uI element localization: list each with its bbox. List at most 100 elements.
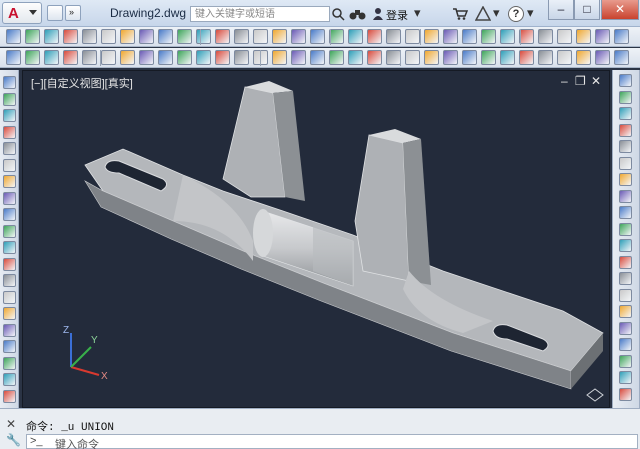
leftpal-tool-button[interactable]	[3, 92, 16, 106]
close-button[interactable]: ✕	[601, 0, 639, 20]
tb2-tool-button[interactable]	[139, 50, 154, 65]
tb1-tool-button[interactable]	[139, 29, 154, 44]
rightpal-tool-button[interactable]	[619, 107, 632, 120]
tb2-tool-button[interactable]	[462, 50, 477, 65]
leftpal-tool-button[interactable]	[3, 373, 16, 386]
tb2-tool-button[interactable]	[101, 50, 116, 65]
tb1-tool-button[interactable]	[462, 29, 477, 44]
tb2-tool-button[interactable]	[196, 50, 211, 65]
wrench-icon[interactable]: 🔧	[6, 433, 21, 447]
tb2-tool-button[interactable]	[367, 50, 382, 65]
tb1-tool-button[interactable]	[253, 29, 268, 44]
minimize-button[interactable]: –	[548, 0, 574, 20]
rightpal-tool-button[interactable]	[619, 140, 632, 153]
tb2-tool-button[interactable]	[120, 50, 135, 65]
tb1-tool-button[interactable]	[158, 29, 173, 44]
rightpal-tool-button[interactable]	[619, 206, 632, 219]
tb1-tool-button[interactable]	[272, 29, 287, 44]
tb1-tool-button[interactable]	[44, 29, 59, 44]
chevron-down-icon[interactable]: ▾	[527, 5, 534, 21]
tb2-tool-button[interactable]	[557, 50, 572, 65]
leftpal-tool-button[interactable]	[3, 142, 16, 155]
tb1-tool-button[interactable]	[63, 29, 78, 44]
chevron-down-icon[interactable]: ▾	[493, 5, 500, 21]
tb1-tool-button[interactable]	[519, 29, 534, 44]
application-menu-button[interactable]: A	[2, 2, 42, 24]
binoculars-icon[interactable]	[349, 7, 367, 21]
chevron-down-icon[interactable]: ▾	[414, 5, 421, 21]
tb1-tool-button[interactable]	[386, 29, 401, 44]
rightpal-tool-button[interactable]	[619, 189, 632, 203]
search-icon[interactable]	[331, 6, 345, 22]
rightpal-tool-button[interactable]	[619, 321, 632, 335]
tb2-tool-button[interactable]	[310, 50, 325, 65]
tb2-tool-button[interactable]	[481, 50, 496, 65]
tb2-tool-button[interactable]	[291, 50, 306, 65]
rightpal-tool-button[interactable]	[619, 173, 632, 186]
tb2-tool-button[interactable]	[405, 50, 420, 65]
tb1-tool-button[interactable]	[481, 29, 496, 44]
tb1-tool-button[interactable]	[348, 29, 363, 44]
tb2-tool-button[interactable]	[6, 50, 21, 65]
search-input[interactable]: 键入关键字或短语	[190, 6, 330, 22]
leftpal-tool-button[interactable]	[3, 257, 16, 271]
tb1-tool-button[interactable]	[576, 29, 591, 44]
tb2-tool-button[interactable]	[576, 50, 591, 65]
tb2-tool-button[interactable]	[25, 50, 40, 65]
tb1-tool-button[interactable]	[82, 29, 97, 44]
cart-icon[interactable]	[452, 7, 468, 20]
drawing-viewport[interactable]: [−][自定义视图][真实] – ❐ ✕ Z Y X	[22, 70, 610, 408]
leftpal-tool-button[interactable]	[3, 109, 16, 122]
rightpal-tool-button[interactable]	[619, 123, 632, 137]
rightpal-tool-button[interactable]	[619, 272, 632, 285]
tb2-tool-button[interactable]	[386, 50, 401, 65]
leftpal-tool-button[interactable]	[3, 208, 16, 221]
tb2-tool-button[interactable]	[538, 50, 553, 65]
rightpal-tool-button[interactable]	[619, 239, 632, 252]
leftpal-tool-button[interactable]	[3, 389, 16, 403]
tb1-tool-button[interactable]	[25, 29, 40, 44]
rightpal-tool-button[interactable]	[619, 222, 632, 236]
close-command-icon[interactable]: ✕	[6, 417, 16, 431]
rightpal-tool-button[interactable]	[619, 74, 632, 87]
leftpal-tool-button[interactable]	[3, 340, 16, 353]
login-link[interactable]: 登录	[386, 7, 408, 23]
command-input[interactable]: >_ 键入命令	[26, 434, 638, 449]
leftpal-tool-button[interactable]	[3, 125, 16, 139]
tb1-tool-button[interactable]	[443, 29, 458, 44]
tb1-tool-button[interactable]	[557, 29, 572, 44]
leftpal-tool-button[interactable]	[3, 175, 16, 188]
tb1-tool-button[interactable]	[6, 29, 21, 44]
help-icon[interactable]: ?	[508, 6, 524, 22]
rightpal-tool-button[interactable]	[619, 371, 632, 384]
autodesk-a360-icon[interactable]	[475, 6, 491, 21]
tb2-tool-button[interactable]	[177, 50, 192, 65]
leftpal-tool-button[interactable]	[3, 323, 16, 337]
tb1-tool-button[interactable]	[595, 29, 610, 44]
tb1-tool-button[interactable]	[101, 29, 116, 44]
tb2-tool-button[interactable]	[443, 50, 458, 65]
tb1-tool-button[interactable]	[215, 29, 230, 44]
rightpal-tool-button[interactable]	[619, 354, 632, 368]
tb1-tool-button[interactable]	[234, 29, 249, 44]
leftpal-tool-button[interactable]	[3, 290, 16, 304]
tb2-tool-button[interactable]	[614, 50, 629, 65]
leftpal-tool-button[interactable]	[3, 76, 16, 89]
tb1-tool-button[interactable]	[614, 29, 629, 44]
tb1-tool-button[interactable]	[500, 29, 515, 44]
rightpal-tool-button[interactable]	[619, 305, 632, 318]
rightpal-tool-button[interactable]	[619, 156, 632, 170]
tb1-tool-button[interactable]	[367, 29, 382, 44]
quick-access-new-icon[interactable]	[47, 5, 63, 21]
leftpal-tool-button[interactable]	[3, 274, 16, 287]
tb2-tool-button[interactable]	[519, 50, 534, 65]
viewcube-small-icon[interactable]	[585, 385, 605, 405]
rightpal-tool-button[interactable]	[619, 288, 632, 302]
tb2-tool-button[interactable]	[500, 50, 515, 65]
tb1-tool-button[interactable]	[291, 29, 306, 44]
leftpal-tool-button[interactable]	[3, 158, 16, 172]
tb2-tool-button[interactable]	[82, 50, 97, 65]
tb1-tool-button[interactable]	[310, 29, 325, 44]
tb2-tool-button[interactable]	[424, 50, 439, 65]
leftpal-tool-button[interactable]	[3, 241, 16, 254]
